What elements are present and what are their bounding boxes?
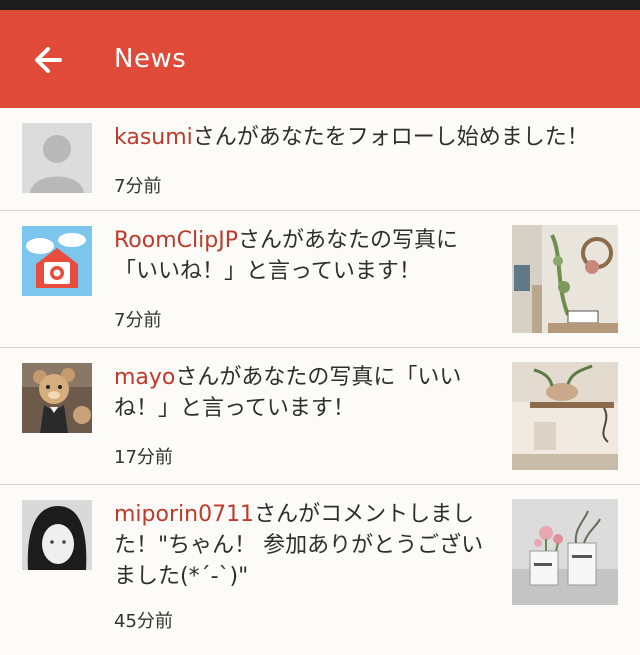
back-arrow-icon [35, 47, 62, 73]
back-button[interactable] [28, 40, 72, 80]
list-item[interactable]: RoomClipJPさんがあなたの写真に「いいね！」と言っています！ 7分前 [0, 211, 640, 348]
username-link[interactable]: kasumi [114, 125, 193, 150]
user-photo[interactable] [22, 500, 92, 570]
notification-text: mayoさんがあなたの写真に「いいね！」と言っています！ [114, 365, 462, 421]
notification-text: RoomClipJPさんがあなたの写真に「いいね！」と言っています！ [114, 228, 458, 284]
username-link[interactable]: mayo [114, 365, 175, 390]
username-link[interactable]: miporin0711 [114, 502, 254, 527]
notification-text: miporin0711さんがコメントしました！"ちゃん！ 参加ありがとうございま… [114, 502, 484, 589]
timestamp: 17分前 [114, 447, 173, 468]
news-list: kasumiさんがあなたをフォローし始めました！ 7分前 RoomClipJPさ… [0, 108, 640, 655]
list-item[interactable]: mayoさんがあなたの写真に「いいね！」と言っています！ 17分前 [0, 348, 640, 485]
teddy-bear-photo[interactable] [22, 363, 92, 433]
list-item[interactable]: miporin0711さんがコメントしました！"ちゃん！ 参加ありがとうございま… [0, 485, 640, 655]
roomclip-logo-icon[interactable] [22, 226, 92, 296]
timestamp: 7分前 [114, 310, 162, 331]
photo-thumbnail[interactable] [512, 225, 618, 333]
list-item[interactable]: kasumiさんがあなたをフォローし始めました！ 7分前 [0, 108, 640, 211]
timestamp: 45分前 [114, 611, 173, 632]
timestamp: 7分前 [114, 176, 162, 197]
notification-text: kasumiさんがあなたをフォローし始めました！ [114, 125, 589, 150]
photo-thumbnail[interactable] [512, 362, 618, 470]
status-bar [0, 0, 640, 10]
page-title: News [114, 44, 187, 74]
default-avatar-icon[interactable] [22, 123, 92, 193]
app-bar: News [0, 10, 640, 108]
photo-thumbnail[interactable] [512, 499, 618, 605]
username-link[interactable]: RoomClipJP [114, 228, 238, 253]
